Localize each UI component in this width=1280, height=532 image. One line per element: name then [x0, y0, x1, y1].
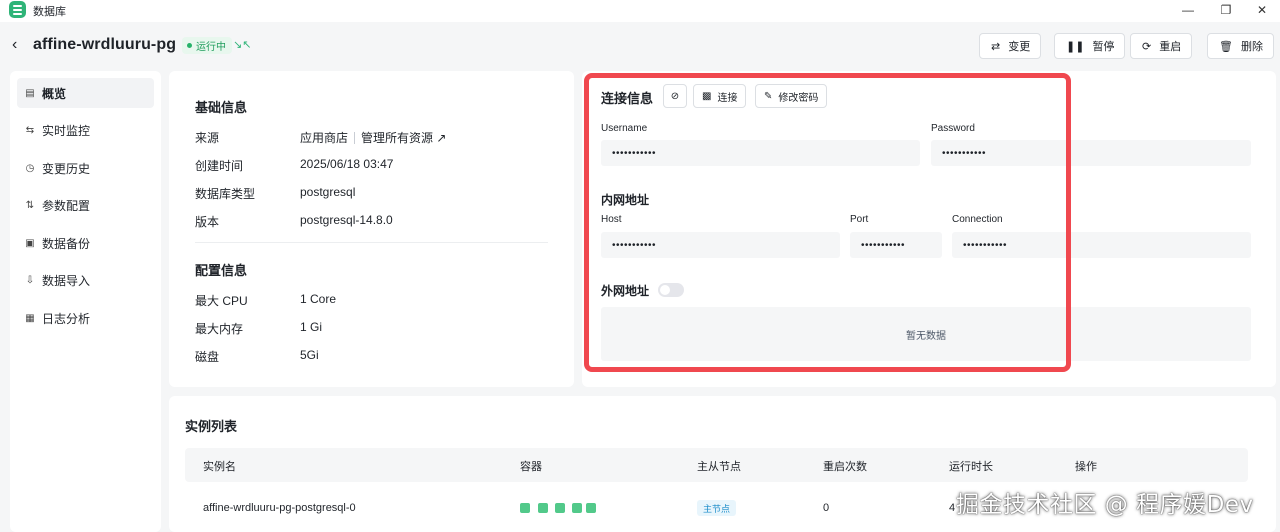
memory-value: 1 Gi	[300, 320, 323, 334]
log-icon: ▦	[25, 312, 35, 324]
database-app-icon	[9, 1, 26, 18]
db-type-label: 数据库类型	[195, 187, 256, 201]
watermark-text: 掘金技术社区 @ 程序媛Dev	[956, 492, 1254, 518]
version-value: postgresql-14.8.0	[300, 213, 393, 227]
status-badge: 运行中	[182, 37, 232, 54]
backup-icon: ▣	[25, 237, 35, 249]
container-status-icon	[586, 503, 596, 513]
column-header: 运行时长	[949, 461, 993, 473]
container-status-icon	[520, 503, 530, 513]
disk-value: 5Gi	[300, 348, 319, 362]
sidebar-item-history[interactable]: ◷ 变更历史	[17, 153, 154, 183]
window-titlebar: 数据库 — ❐ ✕	[0, 0, 1280, 22]
sliders-icon: ⇅	[25, 199, 35, 211]
import-icon: ⇩	[25, 274, 35, 286]
status-text: 运行中	[196, 42, 226, 53]
container-status-icon	[555, 503, 565, 513]
pause-icon: ❚❚	[1066, 40, 1085, 53]
sidebar-item-backup[interactable]: ▣ 数据备份	[17, 228, 154, 258]
restart-icon: ⟳	[1142, 40, 1152, 53]
change-button-label: 变更	[1008, 41, 1031, 53]
close-icon[interactable]: ✕	[1244, 0, 1280, 20]
maximize-icon[interactable]: ❐	[1208, 0, 1244, 20]
disk-label: 磁盘	[195, 350, 220, 364]
status-dot-icon	[187, 43, 192, 48]
config-info-title: 配置信息	[195, 263, 248, 278]
instance-name: affine-wrdluuru-pg-postgresql-0	[203, 502, 356, 514]
uptime-value: 4	[949, 502, 956, 514]
divider	[354, 132, 356, 144]
sidebar-item-label: 数据备份	[42, 236, 91, 251]
collapse-arrows-icon[interactable]: ↘↖	[233, 38, 251, 51]
column-header: 操作	[1075, 461, 1097, 473]
container-status-icon	[572, 503, 582, 513]
trash-icon: 🗑	[1219, 40, 1233, 53]
cpu-label: 最大 CPU	[195, 294, 248, 308]
db-type-value: postgresql	[300, 185, 356, 199]
role-badge: 主节点	[697, 500, 737, 516]
column-header: 实例名	[203, 461, 236, 473]
minimize-icon[interactable]: —	[1170, 0, 1206, 20]
cpu-value: 1 Core	[300, 292, 337, 306]
window-title: 数据库	[33, 6, 66, 18]
monitor-icon: ⇆	[25, 124, 35, 136]
pause-button[interactable]: ❚❚ 暂停	[1054, 33, 1126, 59]
container-status-icon	[538, 503, 548, 513]
delete-button-label: 删除	[1240, 41, 1263, 53]
manage-resources-link[interactable]: 管理所有资源 ↗	[361, 131, 446, 145]
pause-button-label: 暂停	[1092, 41, 1115, 53]
app-store-link[interactable]: 应用商店	[300, 131, 348, 145]
highlight-box	[584, 73, 1071, 372]
swap-icon: ⇄	[991, 40, 1001, 53]
sidebar-item-overview[interactable]: ▤ 概览	[17, 78, 154, 108]
sidebar-item-logs[interactable]: ▦ 日志分析	[17, 303, 154, 333]
column-header: 容器	[520, 461, 542, 473]
delete-button[interactable]: 🗑 删除	[1207, 33, 1274, 59]
column-header: 主从节点	[697, 461, 741, 473]
source-label: 来源	[195, 131, 220, 145]
sidebar-item-label: 数据导入	[42, 273, 91, 288]
sidebar-item-label: 变更历史	[42, 161, 91, 176]
source-value: 应用商店 管理所有资源 ↗	[300, 129, 446, 146]
restart-count: 0	[823, 502, 830, 514]
sidebar-item-monitor[interactable]: ⇆ 实时监控	[17, 115, 154, 145]
instance-list-title: 实例列表	[185, 419, 238, 434]
created-time-value: 2025/06/18 03:47	[300, 157, 394, 171]
page-header: ‹ affine-wrdluuru-pg 运行中 ↘↖ ⇄ 变更 ❚❚ 暂停 ⟳…	[0, 22, 1280, 70]
restart-button[interactable]: ⟳ 重启	[1130, 33, 1193, 59]
sidebar-item-label: 概览	[42, 86, 67, 101]
change-button[interactable]: ⇄ 变更	[979, 33, 1042, 59]
created-time-label: 创建时间	[195, 159, 244, 173]
page-title: affine-wrdluuru-pg	[33, 36, 177, 53]
sidebar: ▤ 概览 ⇆ 实时监控 ◷ 变更历史 ⇅ 参数配置 ▣ 数据备份 ⇩ 数据导入 …	[10, 71, 161, 532]
sidebar-item-label: 实时监控	[42, 123, 91, 138]
server-icon: ▤	[25, 87, 35, 99]
info-card	[169, 71, 574, 387]
section-divider	[195, 242, 548, 243]
external-link-icon: ↗	[436, 131, 447, 145]
version-label: 版本	[195, 215, 220, 229]
sidebar-item-params[interactable]: ⇅ 参数配置	[17, 190, 154, 220]
sidebar-item-label: 参数配置	[42, 198, 91, 213]
history-icon: ◷	[25, 162, 35, 174]
sidebar-item-import[interactable]: ⇩ 数据导入	[17, 265, 154, 295]
basic-info-title: 基础信息	[195, 100, 248, 115]
back-arrow-icon[interactable]: ‹	[12, 36, 28, 54]
memory-label: 最大内存	[195, 322, 244, 336]
column-header: 重启次数	[823, 461, 867, 473]
sidebar-item-label: 日志分析	[42, 311, 91, 326]
restart-button-label: 重启	[1159, 41, 1182, 53]
